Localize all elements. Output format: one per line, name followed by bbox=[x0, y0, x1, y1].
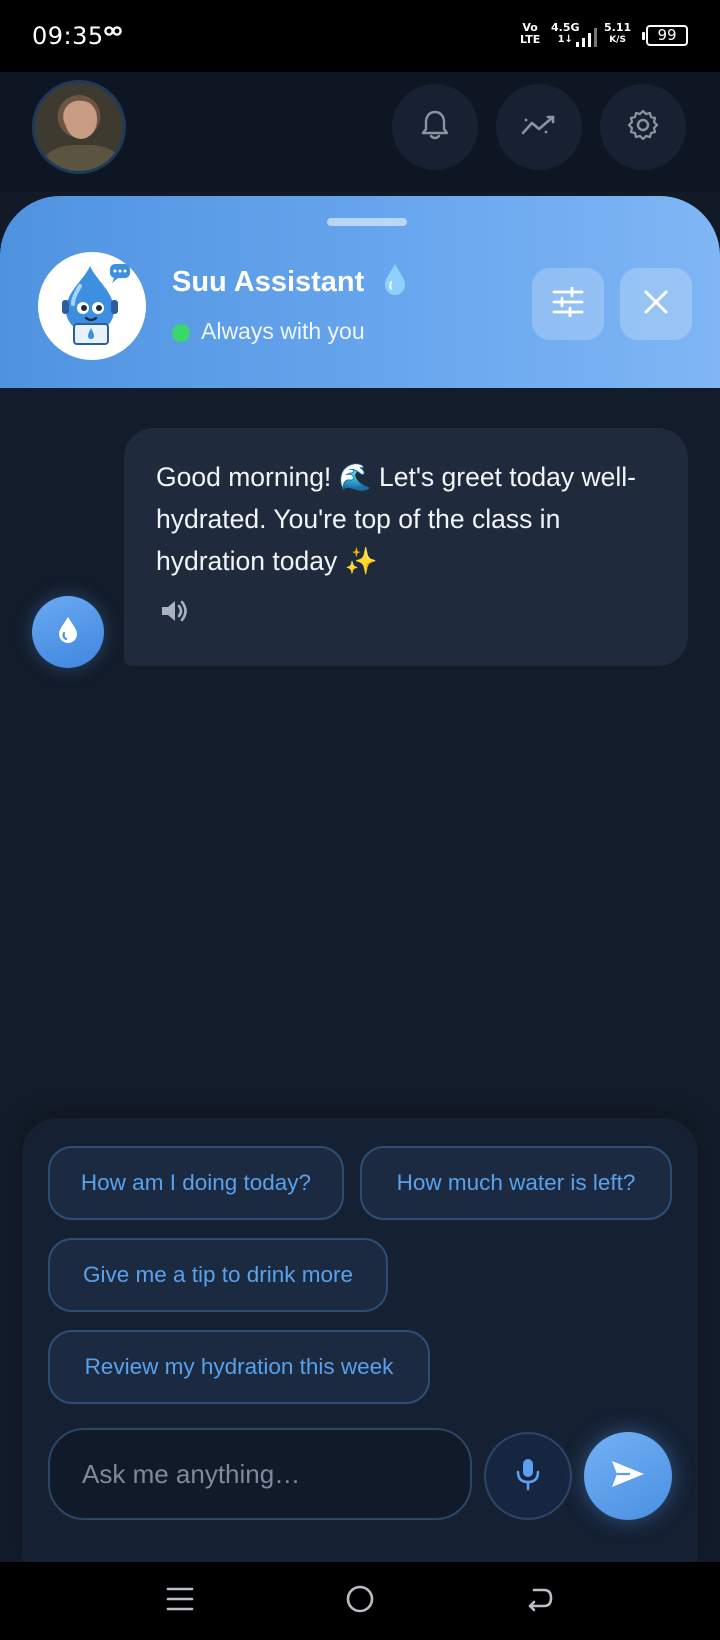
suggestion-chip[interactable]: How am I doing today? bbox=[48, 1146, 344, 1220]
battery-indicator: 99 bbox=[642, 25, 688, 46]
home-button[interactable] bbox=[330, 1578, 390, 1624]
gear-icon bbox=[626, 108, 660, 147]
assistant-avatar bbox=[38, 252, 146, 360]
speaker-icon[interactable] bbox=[160, 598, 190, 629]
suggestion-chip[interactable]: Give me a tip to drink more bbox=[48, 1238, 388, 1312]
signal-icon bbox=[576, 28, 598, 53]
microphone-icon bbox=[515, 1457, 541, 1496]
send-button[interactable] bbox=[584, 1432, 672, 1520]
sliders-icon bbox=[551, 286, 585, 322]
home-icon bbox=[345, 1584, 375, 1619]
assistant-status: Always with you bbox=[201, 318, 365, 344]
menu-button[interactable] bbox=[150, 1578, 210, 1624]
settings-button[interactable] bbox=[600, 84, 686, 170]
water-mascot-icon bbox=[50, 260, 134, 353]
bell-icon bbox=[420, 109, 450, 146]
assistant-message-bubble: Good morning! 🌊 Let's greet today well-h… bbox=[124, 428, 688, 666]
assistant-header: Suu Assistant Always with you bbox=[0, 196, 720, 388]
network-speed: 5.11 K/S bbox=[604, 21, 632, 46]
suggestion-chip[interactable]: How much water is left? bbox=[360, 1146, 672, 1220]
menu-icon bbox=[166, 1586, 194, 1617]
user-avatar[interactable] bbox=[32, 80, 126, 174]
system-nav-bar bbox=[0, 1562, 720, 1640]
app-header bbox=[0, 72, 720, 192]
water-drop-icon bbox=[382, 262, 408, 303]
water-drop-icon bbox=[55, 615, 81, 650]
message-text: Good morning! 🌊 Let's greet today well-h… bbox=[156, 462, 636, 576]
notifications-button[interactable] bbox=[392, 84, 478, 170]
message-input[interactable] bbox=[48, 1428, 472, 1520]
suggestion-chip[interactable]: Review my hydration this week bbox=[48, 1330, 430, 1404]
voice-input-button[interactable] bbox=[484, 1432, 572, 1520]
trend-chart-icon bbox=[520, 112, 558, 143]
close-button[interactable] bbox=[620, 268, 692, 340]
assistant-name: Suu Assistant bbox=[172, 266, 365, 298]
status-time: 09:35 bbox=[32, 22, 104, 50]
send-icon bbox=[610, 1459, 646, 1494]
assistant-message-avatar bbox=[32, 596, 104, 668]
infinity-icon bbox=[104, 24, 122, 42]
drag-handle[interactable] bbox=[327, 218, 407, 226]
composer-panel: How am I doing today? How much water is … bbox=[22, 1118, 698, 1562]
back-button[interactable] bbox=[510, 1578, 570, 1624]
volte-indicator: Vo LTE bbox=[520, 21, 541, 46]
online-indicator bbox=[172, 324, 190, 342]
stats-button[interactable] bbox=[496, 84, 582, 170]
status-bar: 09:35 Vo LTE 4.5G 1↓ 5.11 K/S 99 bbox=[0, 0, 720, 72]
chat-settings-button[interactable] bbox=[532, 268, 604, 340]
back-icon bbox=[526, 1586, 554, 1617]
close-icon bbox=[643, 289, 669, 320]
